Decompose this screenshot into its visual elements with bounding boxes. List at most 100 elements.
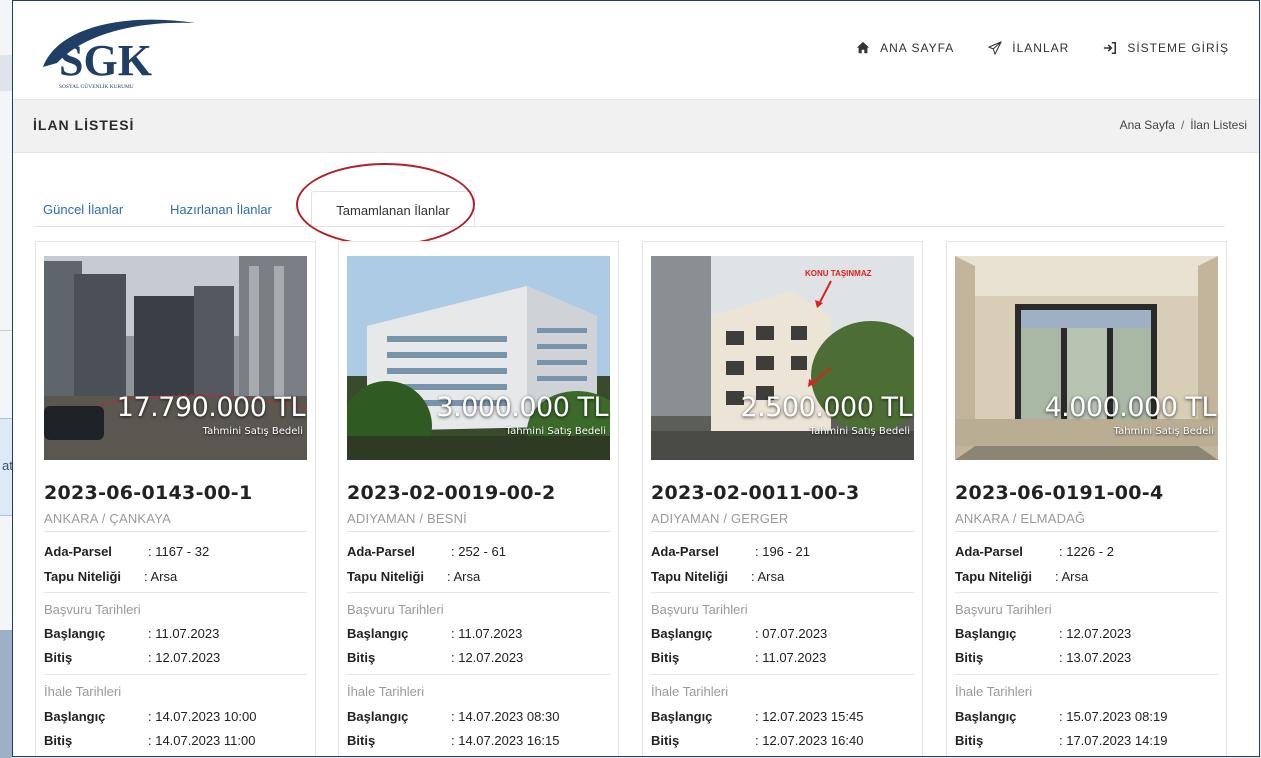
card-divider (955, 592, 1218, 593)
basvuru-start-row: Başlangıç: 11.07.2023 (44, 626, 219, 641)
bitis-label: Bitiş (347, 733, 376, 748)
baslangic-label: Başlangıç (347, 626, 409, 641)
tab-tamamlanan-ilanlar[interactable]: Tamamlanan İlanlar (311, 191, 475, 226)
ihale-end-row: Bitiş: 14.07.2023 11:00 (44, 733, 255, 748)
ada-parsel-value: : 252 - 61 (451, 544, 506, 559)
tapu-row: Tapu Niteliği: Arsa (955, 569, 1088, 584)
logo-subtext: SOSYAL GÜVENLİK KURUMU (59, 83, 134, 90)
basvuru-start-row: Başlangıç : 11.07.2023 (347, 626, 522, 641)
card-divider (347, 674, 610, 675)
listing-card[interactable]: 4.000.000 TL Tahmini Satış Bedeli 2023-0… (946, 241, 1227, 756)
listing-id[interactable]: 2023-06-0191-00-4 (955, 482, 1164, 504)
baslangic-label: Başlangıç (955, 626, 1017, 641)
breadcrumb-current: İlan Listesi (1190, 118, 1247, 132)
listing-card[interactable]: KONU TAŞINMAZ 2.500.000 TL Tahmini Satış… (642, 241, 923, 756)
basvuru-end-value: : 12.07.2023 (148, 650, 221, 665)
ihale-end-row: Bitiş : 14.07.2023 16:15 (347, 733, 559, 748)
basvuru-start-value: : 07.07.2023 (755, 626, 828, 641)
ihale-end-value: : 14.07.2023 11:00 (148, 733, 256, 748)
ada-parsel-row: Ada-Parsel : 1167 - 32 (44, 544, 209, 559)
logo-text: SGK (59, 36, 152, 85)
listing-card[interactable]: 3.000.000 TL Tahmini Satış Bedeli 2023-0… (338, 241, 619, 756)
tapu-label: Tapu Niteliği (44, 569, 122, 584)
ada-parsel-label: Ada-Parsel (955, 544, 1023, 559)
listing-location: ADIYAMAN / GERGER (651, 511, 789, 526)
basvuru-start-value: : 12.07.2023 (1059, 626, 1132, 641)
baslangic-label: Başlangıç (651, 626, 713, 641)
nav-ilanlar-label: İLANLAR (1012, 41, 1070, 55)
tapu-value: : Arsa (1055, 569, 1089, 584)
site-header: SGK SOSYAL GÜVENLİK KURUMU ANA SAYFA İLA… (13, 1, 1259, 99)
bitis-label: Bitiş (651, 733, 680, 748)
breadcrumb-separator: / (1180, 118, 1185, 132)
baslangic-label: Başlangıç (955, 709, 1017, 724)
card-divider (651, 674, 914, 675)
basvuru-end-value: : 13.07.2023 (1059, 650, 1132, 665)
photo-annotation: KONU TAŞINMAZ (805, 269, 872, 278)
bitis-label: Bitiş (955, 650, 984, 665)
bitis-label: Bitiş (955, 733, 984, 748)
ihale-end-row: Bitiş : 17.07.2023 14:19 (955, 733, 1167, 748)
listing-tabs: Güncel İlanlar Hazırlanan İlanlar Tamaml… (35, 191, 1225, 227)
ihale-end-row: Bitiş: 12.07.2023 16:40 (651, 733, 863, 748)
ihale-heading: İhale Tarihleri (44, 684, 122, 699)
ada-parsel-label: Ada-Parsel (44, 544, 112, 559)
card-divider (44, 592, 307, 593)
card-divider (651, 531, 914, 532)
tab-hazirlanan-ilanlar[interactable]: Hazırlanan İlanlar (162, 191, 306, 226)
ihale-end-value: : 14.07.2023 16:15 (451, 733, 560, 748)
bitis-label: Bitiş (651, 650, 680, 665)
baslangic-label: Başlangıç (44, 709, 106, 724)
basvuru-end-row: Bitiş: 12.07.2023 (44, 650, 220, 665)
breadcrumb: Ana Sayfa / İlan Listesi (1120, 118, 1247, 132)
tapu-label: Tapu Niteliği (651, 569, 729, 584)
basvuru-start-row: Başlangıç : 07.07.2023 (651, 626, 827, 641)
card-divider (44, 674, 307, 675)
background-panel (0, 630, 12, 758)
ihale-heading: İhale Tarihleri (347, 684, 425, 699)
listing-card[interactable]: 17.790.000 TL Tahmini Satış Bedeli 2023-… (35, 241, 316, 756)
listing-id[interactable]: 2023-06-0143-00-1 (44, 482, 253, 504)
bitis-label: Bitiş (347, 650, 376, 665)
ada-parsel-value: : 1167 - 32 (148, 544, 210, 559)
basvuru-start-row: Başlangıç : 12.07.2023 (955, 626, 1131, 641)
listing-id[interactable]: 2023-02-0019-00-2 (347, 482, 556, 504)
tapu-row: Tapu Niteliği : Arsa (44, 569, 177, 584)
tapu-value: : Arsa (447, 569, 481, 584)
ada-parsel-row: Ada-Parsel: 1226 - 2 (955, 544, 1114, 559)
ihale-start-row: Başlangıç: 14.07.2023 08:30 (347, 709, 559, 724)
tab-guncel-ilanlar[interactable]: Güncel İlanlar (35, 191, 153, 226)
nav-login[interactable]: SİSTEME GİRİŞ (1103, 41, 1229, 55)
ihale-start-value: : 15.07.2023 08:19 (1059, 709, 1168, 724)
basvuru-start-value: : 11.07.2023 (451, 626, 523, 641)
listing-location: ADIYAMAN / BESNİ (347, 511, 467, 526)
top-nav: ANA SAYFA İLANLAR SİSTEME GİRİŞ (856, 41, 1229, 55)
price-value: 4.000.000 TL (1044, 392, 1216, 423)
listing-location: ANKARA / ELMADAĞ (955, 511, 1086, 526)
tapu-value: : Arsa (751, 569, 785, 584)
basvuru-end-value: : 12.07.2023 (451, 650, 524, 665)
listing-location: ANKARA / ÇANKAYA (44, 511, 171, 526)
ihale-heading: İhale Tarihleri (955, 684, 1033, 699)
tapu-row: Tapu Niteliği: Arsa (347, 569, 480, 584)
listing-id[interactable]: 2023-02-0011-00-3 (651, 482, 860, 504)
sign-in-icon (1104, 41, 1117, 55)
price-label: Tahmini Satış Bedeli (809, 426, 910, 437)
ihale-start-value: : 14.07.2023 08:30 (451, 709, 560, 724)
page-titlebar: İLAN LİSTESİ Ana Sayfa / İlan Listesi (13, 99, 1259, 153)
nav-home[interactable]: ANA SAYFA (856, 41, 954, 55)
ada-parsel-value: : 196 - 21 (755, 544, 810, 559)
ada-parsel-label: Ada-Parsel (651, 544, 719, 559)
background-window-strip: ate (0, 0, 20, 758)
basvuru-end-row: Bitiş: 11.07.2023 (651, 650, 826, 665)
card-divider (347, 531, 610, 532)
ihale-end-value: : 17.07.2023 14:19 (1059, 733, 1168, 748)
basvuru-end-row: Bitiş : 13.07.2023 (955, 650, 1131, 665)
ihale-heading: İhale Tarihleri (651, 684, 729, 699)
tapu-value: : Arsa (144, 569, 178, 584)
price-value: 3.000.000 TL (436, 392, 608, 423)
breadcrumb-home[interactable]: Ana Sayfa (1120, 118, 1175, 132)
nav-ilanlar[interactable]: İLANLAR (988, 41, 1069, 55)
sgk-logo[interactable]: SGK SOSYAL GÜVENLİK KURUMU (39, 15, 199, 91)
paper-plane-icon (988, 41, 1002, 55)
